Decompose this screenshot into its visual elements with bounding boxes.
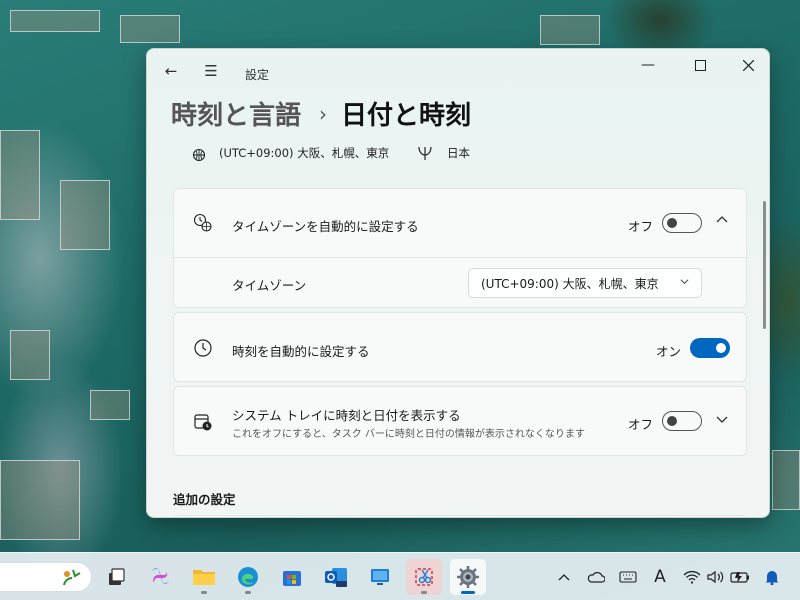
timezone-dropdown-value: (UTC+09:00) 大阪、札幌、東京 [481, 276, 659, 291]
scrollbar[interactable] [763, 201, 766, 329]
additional-settings-card[interactable] [173, 515, 747, 517]
store-icon [283, 571, 301, 586]
file-explorer-icon [193, 570, 215, 585]
tray-clock-card: システム トレイに時刻と日付を表示する これをオフにすると、タスク バーに時刻と… [173, 386, 747, 456]
wallpaper-detail [540, 15, 600, 45]
minimize-icon: — [641, 57, 655, 73]
breadcrumb-parent[interactable]: 時刻と言語 [171, 95, 301, 132]
wallpaper-detail [0, 130, 40, 220]
timezone-label: タイムゾーン [232, 278, 307, 293]
task-view-button[interactable] [98, 559, 134, 595]
chevron-up-icon [558, 574, 570, 581]
tray-clock-description: これをオフにすると、タスク バーに時刻と日付の情報が表示されなくなります [232, 429, 585, 440]
ime-mode-indicator[interactable]: A [650, 567, 670, 587]
notification-bell-icon[interactable] [762, 567, 782, 587]
additional-settings-heading: 追加の設定 [173, 492, 236, 507]
wallpaper-detail [10, 330, 50, 380]
nav-menu-button[interactable]: ☰ [195, 57, 227, 85]
onedrive-icon[interactable] [586, 567, 606, 587]
wallpaper-detail [60, 180, 110, 250]
close-button[interactable] [725, 49, 769, 81]
wallpaper-detail [120, 15, 180, 43]
wifi-icon[interactable] [682, 567, 702, 587]
snipping-tool-icon [415, 568, 433, 586]
auto-time-label: 時刻を自動的に設定する [232, 344, 370, 359]
wallpaper-detail [0, 460, 80, 540]
remote-desktop-button[interactable] [362, 559, 398, 595]
auto-timezone-row[interactable]: タイムゾーンを自動的に設定する オフ [174, 189, 746, 257]
volume-icon[interactable] [706, 567, 726, 587]
auto-time-state-label: オン [656, 344, 682, 359]
battery-icon[interactable] [730, 567, 750, 587]
file-explorer-button[interactable] [186, 559, 222, 595]
maximize-button[interactable] [677, 49, 723, 81]
wallpaper-detail [90, 390, 130, 420]
edge-icon [238, 567, 258, 587]
task-view-icon [109, 568, 125, 585]
chevron-down-icon [680, 277, 689, 289]
outlook-icon [325, 568, 347, 587]
region-icon [415, 143, 435, 163]
breadcrumb: 時刻と言語 › 日付と時刻 [171, 95, 471, 132]
taskbar-search-box[interactable] [0, 562, 92, 592]
maximize-icon [694, 59, 706, 71]
timezone-globe-icon [192, 212, 214, 234]
breadcrumb-separator: › [319, 101, 328, 126]
chevron-up-icon[interactable] [716, 214, 728, 229]
page-title: 日付と時刻 [341, 101, 472, 131]
remote-desktop-icon [371, 569, 389, 585]
title-bar: ← ☰ 設定 — [147, 49, 769, 93]
tray-clock-toggle[interactable] [662, 411, 702, 431]
auto-timezone-label: タイムゾーンを自動的に設定する [232, 219, 419, 234]
settings-window: ← ☰ 設定 — 時刻と言語 › 日付と時刻 (UTC+09:00) 大阪、札幌… [146, 48, 770, 518]
globe-clock-icon [187, 143, 207, 163]
copilot-button[interactable] [142, 559, 178, 595]
timezone-dropdown[interactable]: (UTC+09:00) 大阪、札幌、東京 [468, 268, 702, 298]
back-button[interactable]: ← [155, 57, 187, 85]
auto-time-card[interactable]: 時刻を自動的に設定する オン [173, 312, 747, 382]
auto-timezone-state-label: オフ [628, 219, 654, 234]
minimize-button[interactable]: — [625, 49, 671, 81]
store-button[interactable] [274, 559, 310, 595]
auto-timezone-card: タイムゾーンを自動的に設定する オフ タイムゾーン (UTC+09:00) 大阪… [173, 188, 747, 308]
tray-clock-label: システム トレイに時刻と日付を表示する [232, 408, 461, 423]
hamburger-icon: ☰ [204, 62, 218, 80]
search-highlight-icon [61, 567, 83, 591]
region-summary-row: 日本 [415, 141, 470, 165]
auto-timezone-toggle[interactable] [662, 213, 702, 233]
auto-time-toggle[interactable] [690, 338, 730, 358]
edge-button[interactable] [230, 559, 266, 595]
region-summary: 日本 [447, 146, 470, 160]
copilot-icon [152, 568, 169, 584]
settings-icon [457, 566, 479, 588]
chevron-down-icon[interactable] [716, 413, 728, 428]
clock-icon [192, 337, 214, 359]
wallpaper-detail [772, 450, 800, 510]
back-arrow-icon: ← [164, 62, 178, 80]
show-hidden-icons-button[interactable] [554, 567, 574, 587]
timezone-summary-row: (UTC+09:00) 大阪、札幌、東京 [187, 141, 389, 165]
taskbar: A [0, 552, 800, 600]
snipping-tool-button[interactable] [406, 559, 442, 595]
settings-button[interactable] [450, 559, 486, 595]
outlook-button[interactable] [318, 559, 354, 595]
tray-clock-state-label: オフ [628, 417, 654, 432]
app-title: 設定 [245, 68, 270, 82]
keyboard-icon[interactable] [618, 567, 638, 587]
wallpaper-detail [10, 10, 100, 32]
timezone-summary: (UTC+09:00) 大阪、札幌、東京 [219, 146, 390, 160]
close-icon [742, 59, 754, 71]
timezone-select-row: タイムゾーン (UTC+09:00) 大阪、札幌、東京 [174, 258, 746, 308]
calendar-clock-icon [192, 411, 214, 433]
